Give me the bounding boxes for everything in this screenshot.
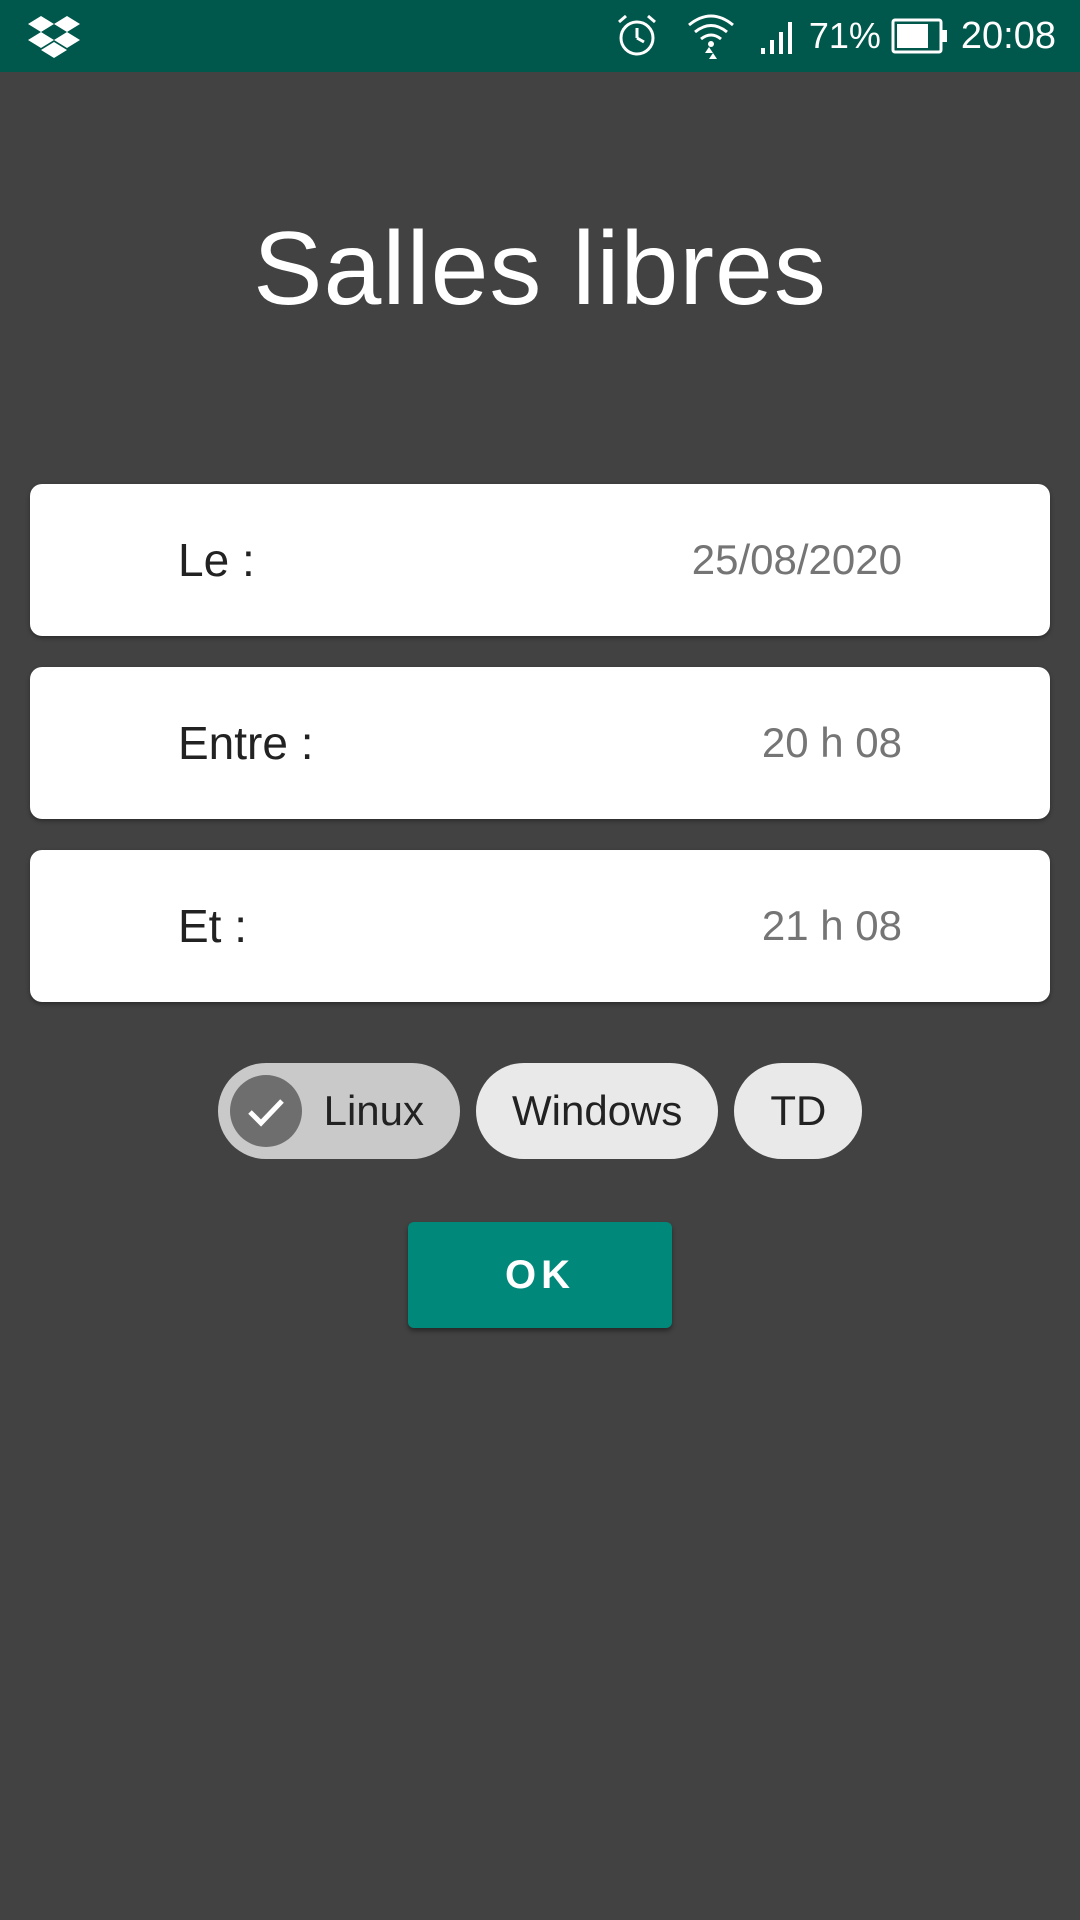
chip-label: TD	[770, 1087, 827, 1134]
chip-label: Windows	[512, 1087, 683, 1134]
filter-chips: Linux Windows TD	[0, 1063, 1080, 1159]
chip-td[interactable]: TD	[734, 1063, 863, 1159]
signal-icon	[759, 16, 799, 56]
chip-linux[interactable]: Linux	[217, 1063, 460, 1159]
status-bar: 71% 20:08	[0, 0, 1080, 72]
battery-icon	[891, 18, 949, 54]
ok-button[interactable]: OK	[408, 1222, 672, 1328]
wifi-icon	[685, 11, 737, 61]
date-value[interactable]: 25/08/2020	[692, 484, 902, 636]
start-time-field[interactable]: Entre : 20 h 08	[30, 667, 1050, 819]
end-time-label: Et :	[178, 900, 248, 952]
date-field[interactable]: Le : 25/08/2020	[30, 484, 1050, 636]
end-time-field[interactable]: Et : 21 h 08	[30, 850, 1050, 1002]
chip-windows[interactable]: Windows	[476, 1063, 719, 1159]
dropbox-icon	[28, 14, 80, 58]
end-time-value[interactable]: 21 h 08	[762, 850, 902, 1002]
check-icon	[229, 1075, 302, 1147]
start-time-label: Entre :	[178, 717, 314, 769]
page-title: Salles libres	[253, 211, 827, 327]
battery-percent: 71%	[808, 15, 881, 56]
start-time-value[interactable]: 20 h 08	[762, 667, 902, 819]
date-label: Le :	[178, 534, 255, 586]
alarm-icon	[613, 12, 661, 60]
chip-label: Linux	[323, 1087, 424, 1134]
status-time: 20:08	[960, 14, 1056, 57]
